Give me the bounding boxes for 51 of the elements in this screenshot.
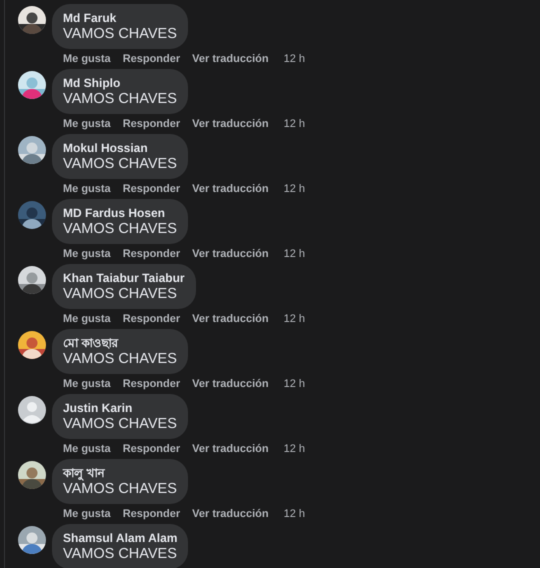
timestamp[interactable]: 12 h (284, 181, 305, 198)
action-link[interactable]: Responder (122, 441, 180, 458)
action-link[interactable]: Responder (122, 51, 180, 68)
avatar-icon (18, 396, 46, 424)
author-name[interactable]: কালু খান (63, 465, 177, 481)
action-link[interactable]: Me gusta (63, 181, 111, 198)
comment-text: VAMOS CHAVES (63, 481, 177, 498)
author-name[interactable]: Khan Taiabur Taiabur (63, 270, 185, 286)
comment-text: VAMOS CHAVES (63, 221, 177, 238)
action-link[interactable]: Me gusta (63, 246, 111, 263)
author-name[interactable]: MD Fardus Hosen (63, 205, 177, 221)
comment-text: VAMOS CHAVES (63, 546, 178, 563)
action-link[interactable]: Me gusta (63, 376, 111, 393)
action-link[interactable]: Ver traducción (192, 51, 269, 68)
comment-text: VAMOS CHAVES (63, 351, 177, 368)
timestamp[interactable]: 12 h (284, 246, 305, 263)
timestamp[interactable]: 12 h (284, 116, 305, 133)
timestamp[interactable]: 12 h (284, 311, 305, 328)
action-link[interactable]: Responder (122, 246, 180, 263)
comment-text: VAMOS CHAVES (63, 156, 177, 173)
action-link[interactable]: Me gusta (63, 51, 111, 68)
author-name[interactable]: Justin Karin (63, 400, 177, 416)
action-link[interactable]: Ver traducción (192, 376, 269, 393)
action-link[interactable]: Ver traducción (192, 311, 269, 328)
action-link[interactable]: Ver traducción (192, 246, 269, 263)
timestamp[interactable]: 12 h (284, 51, 305, 68)
comment-text: VAMOS CHAVES (63, 91, 177, 108)
author-name[interactable]: Md Faruk (63, 10, 177, 26)
action-link[interactable]: Ver traducción (192, 116, 269, 133)
comment-text: VAMOS CHAVES (63, 416, 177, 433)
action-link[interactable]: Me gusta (63, 311, 111, 328)
action-link[interactable]: Responder (122, 181, 180, 198)
timestamp[interactable]: 12 h (284, 376, 305, 393)
action-link[interactable]: Me gusta (63, 441, 111, 458)
action-link[interactable]: Me gusta (63, 116, 111, 133)
action-link[interactable]: Responder (122, 376, 180, 393)
comment-text: VAMOS CHAVES (63, 286, 178, 303)
action-link[interactable]: Responder (122, 116, 180, 133)
author-name[interactable]: Shamsul Alam Alam (63, 530, 178, 546)
timestamp[interactable]: 12 h (284, 506, 305, 523)
action-link[interactable]: Responder (122, 506, 180, 523)
author-name[interactable]: Mokul Hossian (63, 140, 177, 156)
author-name[interactable]: Md Shiplo (63, 75, 177, 91)
action-link[interactable]: Responder (122, 311, 180, 328)
action-link[interactable]: Me gusta (63, 506, 111, 523)
timestamp[interactable]: 12 h (284, 441, 305, 458)
action-link[interactable]: Ver traducción (192, 181, 269, 198)
author-name[interactable]: মো কাওছার (63, 335, 177, 351)
action-link[interactable]: Ver traducción (192, 506, 269, 523)
action-link[interactable]: Ver traducción (192, 441, 269, 458)
comment-text: VAMOS CHAVES (63, 26, 177, 43)
